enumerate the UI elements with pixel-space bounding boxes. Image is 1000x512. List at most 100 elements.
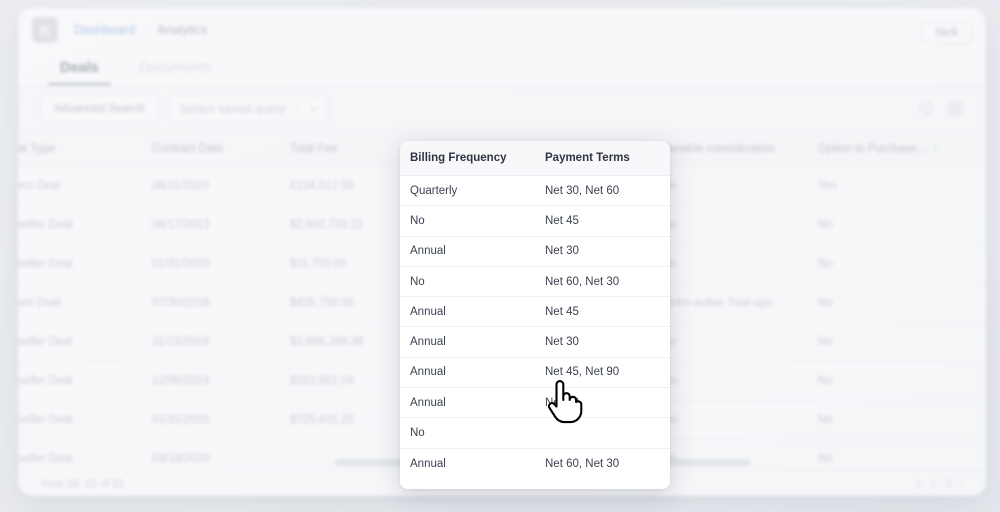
column-detail-overlay-panel[interactable]: Billing Frequency Payment Terms Quarterl… — [400, 141, 670, 490]
cell-total_fee: £234,512.55 — [290, 166, 414, 206]
cell-deal_type: seller Deal — [18, 361, 152, 401]
overlay-cell-billing_frequency: Annual — [400, 296, 535, 328]
column-header-option-to-purchase[interactable]: Option to Purcha⁠se... ↑ — [818, 132, 986, 167]
chevron-down-icon — [310, 105, 318, 111]
overlay-cell-billing_frequency: Quarterly — [400, 175, 535, 207]
nav-link-analytics[interactable]: Analytics — [157, 23, 207, 37]
cell-contract_date: 01/31/2020 — [152, 400, 290, 440]
overlay-cell-payment_terms: Net 30, Net 60 — [535, 175, 670, 207]
advanced-search-button[interactable]: Advanced Search — [40, 94, 159, 123]
overlay-column-header-billing-frequency[interactable]: Billing Frequency — [400, 141, 535, 176]
cell-variable_consideration: Retro-active True-ups — [662, 283, 818, 323]
overlay-table-row[interactable]: Quarterly Net 30, Net 60 — [400, 175, 670, 207]
overlay-cell-payment_terms: Net 60 — [535, 387, 670, 419]
cell-contract_date: 01/31/2020 — [152, 244, 290, 284]
column-header-deal-type[interactable]: al Type — [18, 132, 152, 167]
cell-option_to_purchase: No — [818, 322, 986, 362]
cell-option_to_purchase: Yes — [818, 166, 986, 206]
overlay-table-header-row: Billing Frequency Payment Terms — [400, 141, 670, 176]
overlay-table-row[interactable]: No Net 45 — [400, 205, 670, 237]
page-button-2[interactable]: 2 — [930, 478, 936, 490]
overlay-cell-payment_terms: Net 45 — [535, 205, 670, 237]
cell-option_to_purchase: No — [818, 283, 986, 323]
page-backdrop: K Dashboard Analytics Nick Deals Documen… — [0, 0, 1000, 512]
overlay-table-row[interactable]: Annual Net 60 — [400, 387, 670, 419]
of-label: of — [100, 477, 110, 490]
table-toolbar: Advanced Search Select saved query — [18, 86, 986, 132]
cell-variable_consideration: No — [662, 205, 818, 245]
app-logo-icon[interactable]: K — [32, 17, 58, 43]
cell-total_fee: $11,750.00 — [290, 244, 414, 284]
overlay-cell-billing_frequency: Annual — [400, 387, 535, 419]
user-menu-button[interactable]: Nick — [921, 22, 972, 44]
overlay-table-body: Quarterly Net 30, Net 60 No Net 45 Annual Net… — [400, 175, 670, 479]
overlay-table-row[interactable]: Annual Net 60, Net 30 — [400, 448, 670, 478]
total-value: 21 — [112, 477, 125, 490]
cell-option_to_purchase: No — [818, 400, 986, 440]
copy-icon[interactable] — [947, 101, 964, 116]
cell-option_to_purchase: No — [818, 205, 986, 245]
overlay-cell-payment_terms: Net 45 — [535, 296, 670, 328]
column-header-total-fee[interactable]: Total Fee — [290, 132, 414, 167]
cell-deal_type: ect Deal — [18, 166, 152, 206]
overlay-table-row[interactable]: No Net 60, Net 30 — [400, 266, 670, 298]
cloud-download-icon[interactable] — [918, 101, 935, 116]
cell-contract_date: 06/11/2020 — [152, 166, 290, 206]
overlay-cell-billing_frequency: No — [400, 205, 535, 237]
cell-variable_consideration: No — [662, 244, 818, 284]
cell-deal_type: ect Deal — [18, 283, 152, 323]
cell-option_to_purchase: No — [818, 361, 986, 401]
overlay-table-row[interactable]: Annual Net 45 — [400, 296, 670, 328]
saved-query-placeholder: Select saved query — [179, 101, 287, 116]
overlay-cell-billing_frequency: No — [400, 417, 535, 449]
overlay-cell-billing_frequency: Annual — [400, 357, 535, 389]
cell-deal_type: seller Deal — [18, 322, 152, 362]
cell-deal_type: seller Deal — [18, 205, 152, 245]
tab-bar: Deals Documents — [18, 52, 986, 86]
page-next-button[interactable]: › — [960, 478, 964, 490]
page-size-value[interactable]: 10 — [67, 478, 79, 490]
overlay-table: Billing Frequency Payment Terms Quarterl… — [400, 141, 670, 478]
cell-total_fee: $2,602,720.21 — [290, 205, 414, 245]
cell-variable_consideration: No — [662, 166, 818, 206]
range-value: 21 — [84, 477, 98, 490]
overlay-table-row[interactable]: Annual Net 45, Net 90 — [400, 357, 670, 389]
cell-variable_consideration: No — [662, 361, 818, 401]
column-header-variable-consideration[interactable]: Variable consideration — [662, 132, 818, 167]
overlay-panel-footer — [400, 478, 670, 490]
page-button-3[interactable]: 3 — [945, 478, 951, 490]
column-header-contract-date[interactable]: Contract Date — [152, 132, 290, 167]
column-header-option-to-purchase-label: Option to Purcha⁠se... — [818, 143, 927, 155]
sort-ascending-icon[interactable]: ↑ — [933, 143, 939, 155]
overlay-column-header-payment-terms[interactable]: Payment Terms — [535, 141, 670, 176]
saved-query-select[interactable]: Select saved query — [168, 94, 329, 123]
cell-total_fee: $425,750.00 — [290, 283, 414, 323]
overlay-cell-payment_terms: Net 60, Net 30 — [535, 266, 670, 298]
overlay-cell-billing_frequency: No — [400, 266, 535, 298]
cell-contract_date: 12/06/2019 — [152, 361, 290, 401]
pagination-controls: 1 2 3 › — [915, 478, 964, 490]
tab-documents[interactable]: Documents — [119, 60, 232, 85]
toolbar-icon-group — [918, 101, 964, 116]
overlay-cell-payment_terms — [535, 417, 670, 449]
cell-option_to_purchase: No — [818, 244, 986, 284]
nav-link-dashboard[interactable]: Dashboard — [74, 23, 135, 37]
tab-deals[interactable]: Deals — [40, 60, 119, 85]
cell-contract_date: 11/15/2019 — [152, 322, 290, 362]
cell-deal_type: seller Deal — [18, 244, 152, 284]
overlay-table-row[interactable]: Annual Net 30 — [400, 236, 670, 267]
overlay-cell-payment_terms: Net 30 — [535, 326, 670, 358]
overlay-cell-payment_terms: Net 30 — [535, 236, 670, 267]
page-button-1[interactable]: 1 — [915, 478, 921, 490]
cell-contract_date: 07/30/2018 — [152, 283, 290, 323]
cell-variable_consideration: No — [662, 322, 818, 362]
overlay-cell-billing_frequency: Annual — [400, 326, 535, 358]
overlay-table-row[interactable]: Annual Net 30 — [400, 326, 670, 358]
cell-total_fee: $153,651.04 — [290, 361, 414, 401]
saved-query-divider — [296, 100, 298, 117]
cell-total_fee: $3,966,269.38 — [290, 322, 414, 362]
overlay-table-row[interactable]: No — [400, 417, 670, 449]
cell-total_fee: $725,431.20 — [290, 400, 414, 440]
cell-contract_date: 06/17/2013 — [152, 205, 290, 245]
cell-variable_consideration: No — [662, 400, 818, 440]
